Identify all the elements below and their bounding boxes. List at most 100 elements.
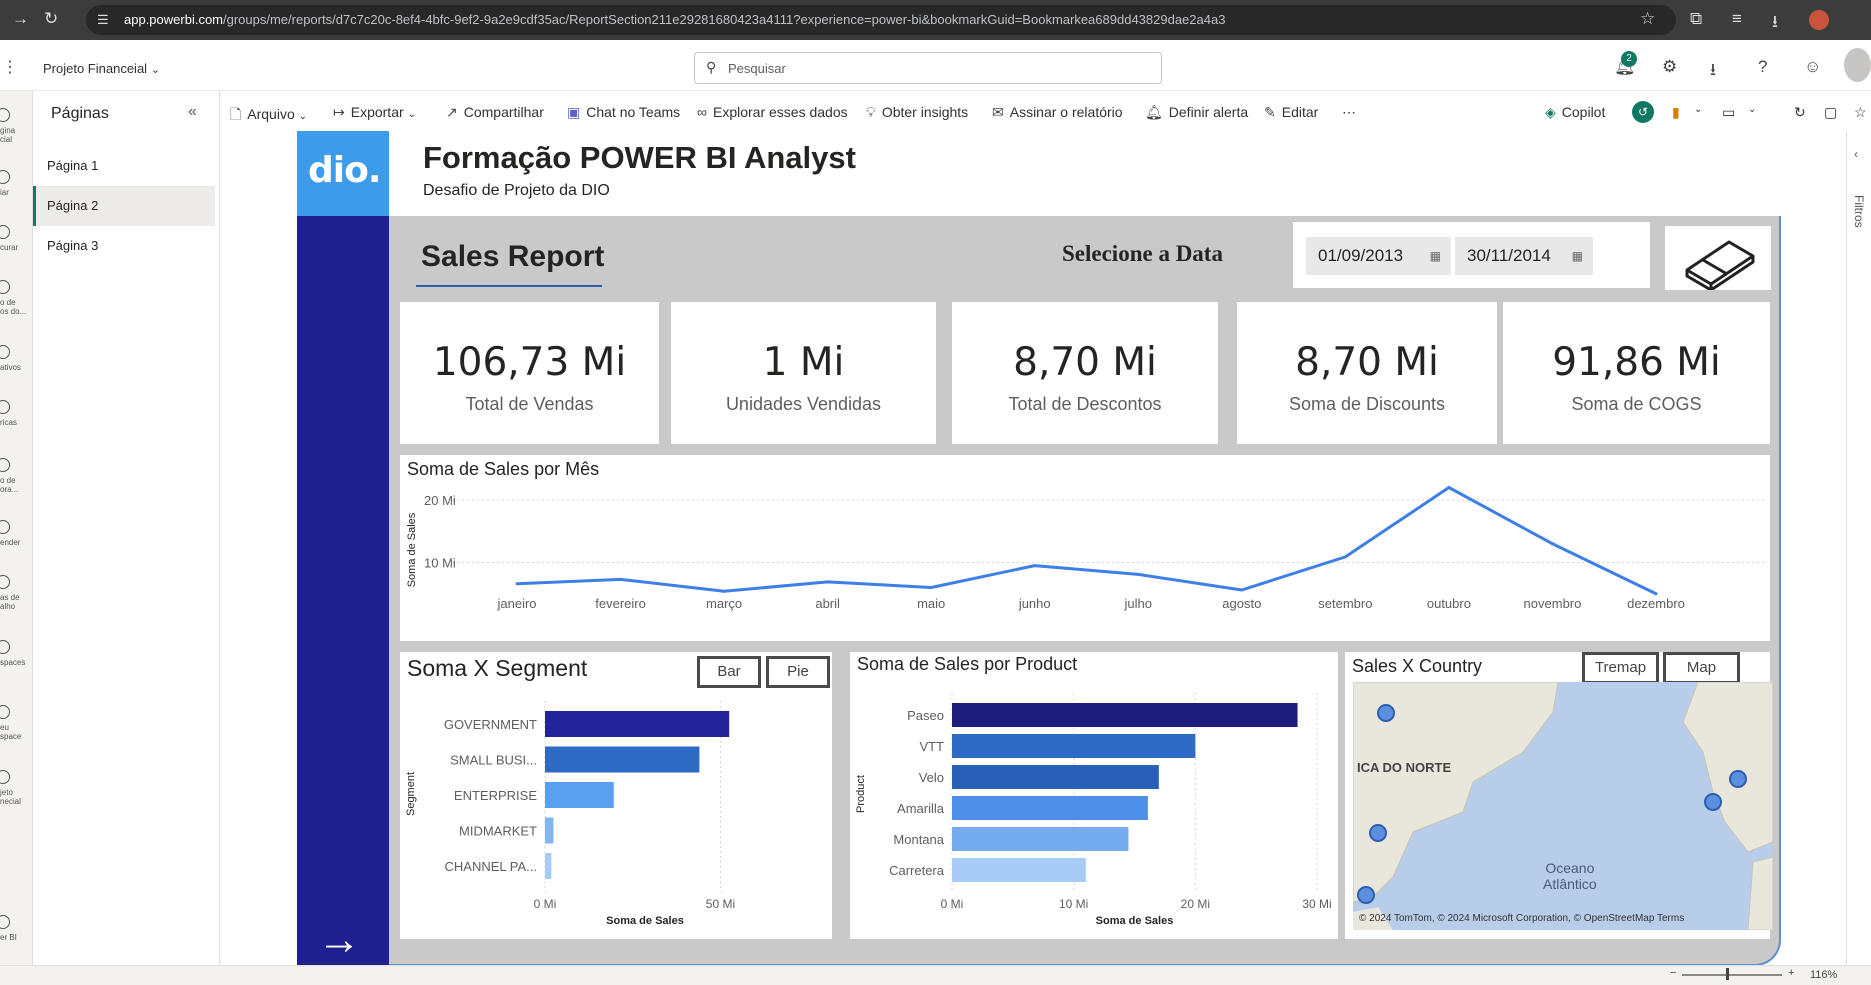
filters-pane-collapsed[interactable]	[1846, 131, 1871, 965]
chevron-left-icon[interactable]: ‹	[1854, 147, 1858, 161]
map-bubble[interactable]	[1357, 886, 1375, 904]
reset-icon[interactable]: ↺	[1632, 101, 1654, 123]
more-options-icon[interactable]: ⋯	[1342, 104, 1356, 121]
x-tick-label: dezembro	[1627, 596, 1685, 611]
edit-button[interactable]: ✎ Editar	[1264, 104, 1318, 121]
rail-nav-label[interactable]: spaces	[0, 658, 33, 667]
profile-avatar[interactable]	[1809, 10, 1829, 30]
clear-filters-button[interactable]	[1665, 226, 1771, 292]
rail-nav-label[interactable]: ender	[0, 538, 33, 547]
rail-nav-label[interactable]: o de ora...	[0, 476, 33, 494]
site-info-icon[interactable]: ☰	[97, 12, 109, 28]
category-label: Paseo	[907, 708, 944, 723]
map-bubble[interactable]	[1369, 824, 1387, 842]
feedback-icon[interactable]: ☺	[1804, 57, 1821, 77]
app-launcher-icon[interactable]: ⋮	[2, 57, 18, 77]
rail-nav-label[interactable]: jeto necial	[0, 788, 33, 806]
copilot-button[interactable]: ◈ Copilot	[1545, 104, 1605, 121]
forward-icon[interactable]: →	[12, 9, 29, 29]
map-toggle-button[interactable]: Map	[1663, 652, 1740, 684]
page-tab-2[interactable]: Página 2	[33, 186, 215, 226]
extensions-icon[interactable]: ⧉	[1690, 9, 1702, 29]
map-bubble[interactable]	[1377, 704, 1395, 722]
eraser-icon	[1685, 240, 1755, 292]
kpi-card-sum-cogs[interactable]: 91,86 Mi Soma de COGS	[1503, 302, 1770, 444]
rail-nav-label[interactable]: gina cial	[0, 126, 33, 144]
collapse-pane-icon[interactable]: «	[188, 103, 197, 121]
map-bubble[interactable]	[1704, 793, 1722, 811]
sales-by-month-chart[interactable]: Soma de Sales por Mês 10 Mi 20 Mi Soma de …	[400, 455, 1770, 641]
get-insights-button[interactable]: 💡︎ Obter insights	[866, 104, 968, 121]
card-label: Unidades Vendidas	[725, 394, 882, 414]
rail-nav-label[interactable]: eu space	[0, 723, 33, 741]
bar	[952, 827, 1129, 851]
world-map[interactable]: ICA DO NORTE Oceano Atlântico © 2024 TomT…	[1353, 682, 1773, 930]
page-tab-3[interactable]: Página 3	[33, 226, 215, 266]
teams-chat-button[interactable]: ▣ Chat no Teams	[567, 104, 680, 121]
export-menu-button[interactable]: ↦ Exportar ⌄	[333, 104, 416, 121]
url-text[interactable]: app.powerbi.com/groups/me/reports/d7c7c2…	[124, 12, 1225, 27]
download-icon[interactable]: ⭳	[1772, 9, 1778, 38]
kpi-card-units-sold[interactable]: 1 Mi Unidades Vendidas	[671, 302, 936, 444]
export-icon: ↦	[333, 104, 345, 120]
comment-icon[interactable]: ▢	[1824, 104, 1837, 121]
kpi-card-sum-discounts[interactable]: 8,70 Mi Soma de Discounts	[1237, 302, 1497, 444]
subscribe-report-button[interactable]: ✉ Assinar o relatório	[992, 104, 1123, 121]
zoom-slider[interactable]	[1682, 974, 1782, 976]
x-tick-label: 20 Mi	[1181, 897, 1210, 911]
zoom-in-icon[interactable]: +	[1788, 967, 1794, 979]
bookmark-star-icon[interactable]: ☆	[1640, 9, 1655, 29]
segment-chart-panel[interactable]: Soma X Segment Bar Pie 0 Mi 50 Mi Soma de …	[400, 652, 832, 939]
favorite-star-icon[interactable]: ☆	[1854, 104, 1867, 121]
explore-data-button[interactable]: ∞ Explorar esses dados	[697, 104, 848, 120]
chevron-down-icon[interactable]: ⌄	[1694, 104, 1702, 115]
rail-nav-label[interactable]: ativos	[0, 363, 33, 372]
treemap-toggle-button[interactable]: Tremap	[1582, 652, 1659, 684]
map-bubble[interactable]	[1729, 770, 1747, 788]
filters-label[interactable]: Filtros	[1852, 195, 1866, 228]
kpi-card-total-sales[interactable]: 106,73 Mi Total de Vendas	[400, 302, 659, 444]
zoom-slider-thumb[interactable]	[1726, 968, 1729, 980]
category-label: Amarilla	[897, 801, 945, 816]
rail-nav-label[interactable]: iar	[0, 188, 33, 197]
chevron-down-icon[interactable]: ⌄	[1748, 104, 1756, 115]
file-menu-button[interactable]: 🗋︎ Arquivo ⌄	[230, 104, 307, 128]
reload-icon[interactable]: ↻	[44, 9, 58, 29]
zoom-out-icon[interactable]: −	[1670, 967, 1676, 979]
kpi-card-total-discounts[interactable]: 8,70 Mi Total de Descontos	[952, 302, 1218, 444]
data-point	[619, 577, 623, 581]
x-tick-label: maio	[917, 596, 945, 611]
map-attribution[interactable]: © 2024 TomTom, © 2024 Microsoft Corporat…	[1359, 913, 1684, 924]
card-value: 8,70 Mi	[1295, 340, 1439, 385]
rail-nav-label[interactable]: ricas	[0, 418, 33, 427]
card-value: 106,73 Mi	[432, 340, 627, 385]
view-icon[interactable]: ▭	[1722, 104, 1735, 121]
rail-nav-label[interactable]: o de os do...	[0, 298, 33, 316]
rail-nav-label[interactable]: as de alho	[0, 593, 33, 611]
bar	[952, 858, 1086, 882]
help-icon[interactable]: ?	[1758, 57, 1767, 77]
next-page-arrow-icon[interactable]: →	[317, 915, 361, 965]
product-chart-panel[interactable]: Soma de Sales por Product 0 Mi 10 Mi 20 Mi…	[850, 652, 1338, 939]
bookmark-icon[interactable]: ▮	[1672, 104, 1680, 121]
calendar-icon[interactable]: ▦	[1572, 237, 1583, 275]
rail-nav-label[interactable]: er BI	[0, 933, 33, 942]
set-alert-button[interactable]: 🔔︎ Definir alerta	[1145, 104, 1248, 121]
calendar-icon[interactable]: ▦	[1430, 237, 1441, 275]
chevron-down-icon: ⌄	[150, 64, 160, 76]
settings-gear-icon[interactable]: ⚙	[1662, 57, 1677, 77]
tab-search-icon[interactable]: ≡	[1732, 9, 1742, 29]
sales-report-title: Sales Report	[421, 240, 605, 273]
start-date-input[interactable]: 01/09/2013 ▦	[1306, 237, 1451, 275]
refresh-icon[interactable]: ↻	[1794, 104, 1806, 121]
page-tab-1[interactable]: Página 1	[33, 146, 215, 186]
user-avatar[interactable]	[1844, 48, 1871, 82]
rail-nav-label[interactable]: curar	[0, 243, 33, 252]
zoom-level[interactable]: 116%	[1810, 969, 1837, 981]
workspace-selector[interactable]: Projeto Financeial ⌄	[43, 61, 160, 76]
bar	[952, 796, 1148, 820]
product-bar-chart: 0 Mi 10 Mi 20 Mi 30 Mi Soma de Sales Product P…	[855, 693, 1332, 927]
share-button[interactable]: ↗ Compartilhar	[446, 104, 544, 121]
end-date-input[interactable]: 30/11/2014 ▦	[1455, 237, 1593, 275]
download-icon[interactable]: ⭳	[1710, 57, 1716, 86]
